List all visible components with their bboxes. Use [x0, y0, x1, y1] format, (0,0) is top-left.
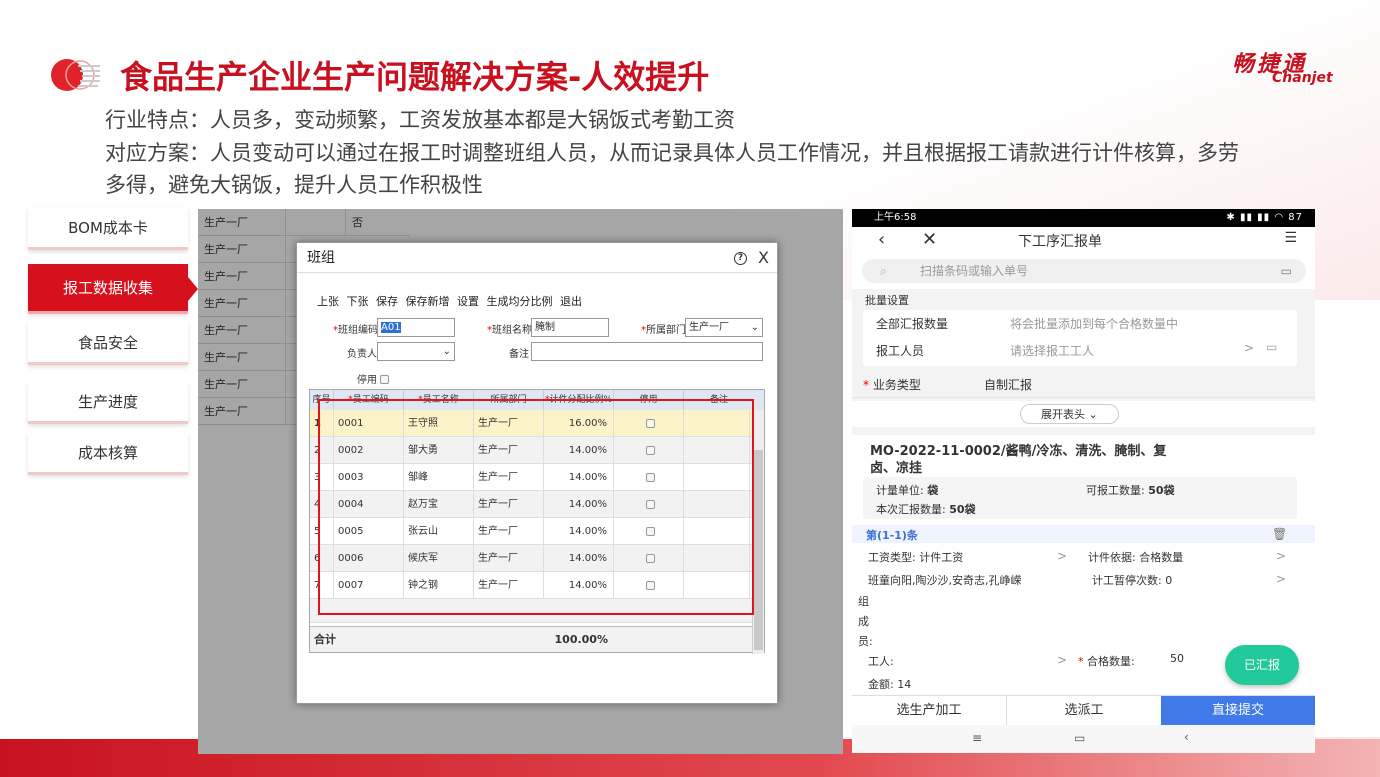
back-icon[interactable]: ‹	[1184, 730, 1189, 744]
search-input[interactable]: ⌕ 扫描条码或输入单号 ▭	[862, 259, 1306, 283]
batch-title: 批量设置	[865, 294, 909, 307]
help-icon[interactable]: ?	[733, 252, 747, 265]
save-new-button[interactable]: 保存新增	[406, 295, 450, 308]
code-input[interactable]: A01	[377, 318, 455, 337]
unit-label: 计量单位: 袋	[876, 484, 939, 497]
sidebar-item-label: 食品安全	[77, 334, 138, 352]
available-qty: 可报工数量: 50袋	[1086, 484, 1175, 497]
note-label: 备注	[509, 349, 529, 360]
title-bullet-icon	[51, 59, 100, 91]
brand-logo-en: Chanjet	[1272, 70, 1333, 86]
leader-label: 负责人	[347, 349, 377, 360]
entry-label: 第(1-1)条	[866, 529, 918, 542]
nav-title: 下工序汇报单	[1018, 234, 1102, 250]
batch-qty-label: 全部汇报数量	[876, 317, 949, 331]
nav-bar: ‹ ✕ 下工序汇报单 ☰	[852, 227, 1315, 253]
settings-button[interactable]: 设置	[457, 295, 479, 308]
sidebar-item-label: 成本核算	[77, 444, 138, 462]
select-process-button[interactable]: 选生产加工	[852, 696, 1007, 725]
divider	[852, 427, 1315, 435]
biz-type-label: * 业务类型	[863, 378, 921, 392]
dialog-toolbar: 上张 下张 保存 保存新增 设置 生成均分比例 退出	[317, 293, 582, 309]
scan-icon[interactable]: ▭	[1281, 259, 1292, 283]
dialog-title: 班组	[297, 243, 777, 273]
name-input[interactable]: 腌制	[531, 318, 609, 337]
chevron-right-icon: >	[1276, 572, 1287, 586]
system-nav-bar: ≡ ▭ ‹	[852, 725, 1315, 753]
save-button[interactable]: 保存	[376, 295, 398, 308]
name-label: *班组名称	[487, 325, 532, 336]
active-pointer-icon	[188, 277, 198, 301]
chevron-down-icon: ⌄	[750, 322, 759, 333]
submit-button[interactable]: 直接提交	[1161, 696, 1315, 725]
list-icon[interactable]: ▭	[1266, 340, 1277, 354]
mobile-screenshot: 上午6:58 ✱ ▮▮ ▮▮ ◠ 87 ‹ ✕ 下工序汇报单 ☰ ⌕ 扫描条码或输…	[852, 209, 1315, 753]
desktop-screenshot: 生产一厂否 生产一厂 生产一厂 生产一厂 生产一厂 生产一厂 生产一厂 生产一厂…	[198, 209, 843, 754]
dialog-controls: ? X	[733, 248, 769, 267]
delete-icon[interactable]: 🗑	[1272, 527, 1287, 541]
highlight-box	[318, 399, 754, 615]
chevron-right-icon: >	[1244, 341, 1255, 355]
team-side-label: 组成员:	[858, 595, 873, 648]
worker2-label: 工人:	[868, 655, 894, 668]
chevron-right-icon: >	[1057, 549, 1068, 563]
status-bar: 上午6:58 ✱ ▮▮ ▮▮ ◠ 87	[852, 209, 1315, 227]
amount: 金额: 14	[868, 678, 912, 691]
dept-select[interactable]: 生产一厂 ⌄	[685, 318, 763, 337]
search-icon: ⌕	[880, 264, 887, 278]
qualified-qty-input[interactable]: 50	[1170, 652, 1184, 665]
table-row: 生产一厂否	[198, 209, 410, 236]
biz-type-value[interactable]: 自制汇报	[984, 376, 1032, 393]
status-icons: ✱ ▮▮ ▮▮ ◠ 87	[1226, 212, 1303, 223]
chevron-right-icon: >	[1057, 653, 1068, 667]
worker-label: 报工人员	[876, 344, 925, 358]
sidebar-item-report-data[interactable]: 报工数据收集	[28, 264, 188, 314]
sidebar-item-food-safety[interactable]: 食品安全	[28, 323, 188, 365]
sidebar-item-label: 报工数据收集	[62, 279, 153, 297]
grid-total-row: 合计 100.00%	[310, 626, 752, 652]
sidebar-item-progress[interactable]: 生产进度	[28, 382, 188, 424]
pause-count: 计工暂停次数: 0	[1092, 574, 1173, 587]
select-dispatch-button[interactable]: 选派工	[1007, 696, 1161, 725]
chevron-down-icon: ⌄	[442, 346, 451, 357]
entry-header	[852, 525, 1315, 543]
dept-label: *所属部门	[641, 325, 686, 336]
batch-qty-input[interactable]: 将会批量添加到每个合格数量中	[1010, 315, 1178, 332]
intro-line-1: 行业特点：人员多，变动频繁，工资发放基本都是大锅饭式考勤工资	[105, 108, 735, 132]
sidebar-item-label: BOM成本卡	[68, 219, 148, 237]
intro-line-3: 多得，避免大锅饭，提升人员工作积极性	[105, 173, 483, 197]
chevron-right-icon: >	[1276, 549, 1287, 563]
close-icon[interactable]: X	[758, 248, 769, 267]
mo-title-line-2: 卤、凉挂	[870, 461, 923, 476]
generate-ratio-button[interactable]: 生成均分比例	[487, 295, 553, 308]
prev-button[interactable]: 上张	[317, 295, 339, 308]
note-input[interactable]	[531, 342, 763, 361]
menu-icon[interactable]: ☰	[1284, 230, 1297, 246]
close-icon[interactable]: ✕	[922, 229, 937, 250]
sidebar-item-bom[interactable]: BOM成本卡	[28, 208, 188, 250]
page-title: 食品生产企业生产问题解决方案-人效提升	[120, 58, 710, 96]
exit-button[interactable]: 退出	[560, 295, 582, 308]
expand-header-button[interactable]: 展开表头 ⌄	[1020, 404, 1119, 424]
code-label: *班组编码	[333, 325, 378, 336]
action-bar: 选生产加工 选派工 直接提交	[852, 695, 1315, 725]
reported-fab[interactable]: 已汇报	[1225, 645, 1299, 685]
home-icon[interactable]: ▭	[1074, 731, 1085, 745]
leader-select[interactable]: ⌄	[377, 342, 455, 361]
next-button[interactable]: 下张	[347, 295, 369, 308]
wage-basis[interactable]: 计件依据: 合格数量	[1088, 549, 1183, 565]
sidebar-item-label: 生产进度	[77, 393, 138, 411]
worker-select[interactable]: 请选择报工工人	[1010, 342, 1094, 359]
sidebar-item-cost[interactable]: 成本核算	[28, 433, 188, 475]
menu-icon[interactable]: ≡	[972, 731, 982, 745]
qualified-qty-label: * 合格数量:	[1078, 655, 1135, 668]
team-members[interactable]: 班童向阳,陶沙沙,安奇志,孔峥嵘	[868, 572, 1022, 588]
disabled-checkbox[interactable]	[380, 369, 389, 388]
back-icon[interactable]: ‹	[878, 229, 885, 250]
wage-type[interactable]: 工资类型: 计件工资	[868, 549, 963, 565]
intro-line-2: 对应方案：人员变动可以通过在报工时调整班组人员，从而记录具体人员工作情况，并且根…	[105, 141, 1239, 165]
disabled-label: 停用	[357, 375, 377, 386]
this-report-qty: 本次汇报数量: 50袋	[876, 503, 976, 516]
